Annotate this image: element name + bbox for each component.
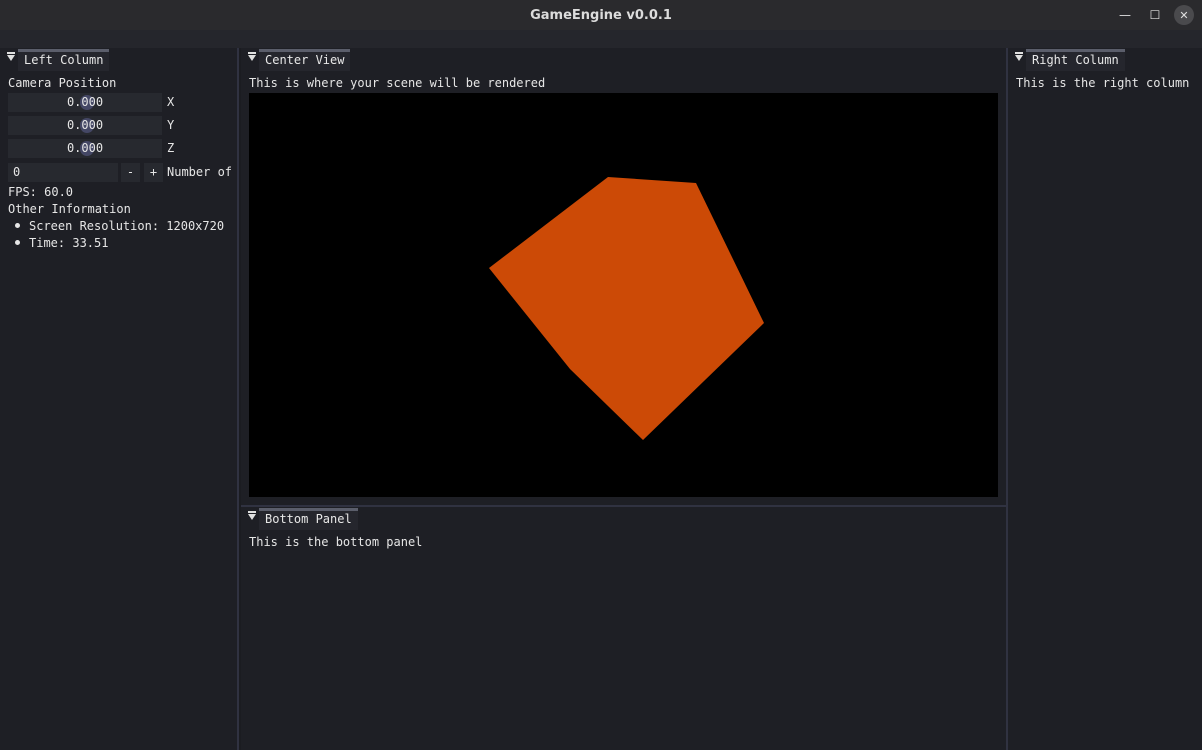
bottom-panel-text: This is the bottom panel [249, 535, 423, 549]
bottom-panel: Bottom Panel This is the bottom panel [241, 507, 1006, 750]
left-column-header: Left Column [0, 48, 237, 71]
camera-z-value: 0.000 [66, 141, 104, 155]
camera-z-drag[interactable]: 0.000 [8, 139, 162, 158]
right-column-panel: Right Column This is the right column [1006, 48, 1202, 750]
time-text: Time: 33.51 [29, 236, 109, 250]
center-view-header: Center View [241, 48, 1006, 71]
scene-viewport[interactable] [249, 93, 998, 497]
collapse-triangle-icon[interactable] [248, 52, 256, 61]
collapse-triangle-icon[interactable] [7, 52, 15, 61]
right-column-tab[interactable]: Right Column [1026, 49, 1125, 71]
bullet-icon [15, 223, 20, 228]
left-column-panel: Left Column Camera Position 0.000 X 0.00… [0, 48, 239, 750]
bullet-icon [15, 240, 20, 245]
close-button[interactable]: ✕ [1174, 5, 1194, 25]
scene-render [489, 177, 764, 440]
window-titlebar[interactable]: GameEngine v0.0.1 — ☐ ✕ [0, 0, 1202, 30]
center-view-tab[interactable]: Center View [259, 49, 351, 71]
number-input[interactable]: 0 [8, 163, 118, 182]
rendered-polygon [489, 177, 764, 440]
camera-position-label: Camera Position [8, 76, 117, 90]
right-column-header: Right Column [1008, 48, 1202, 71]
right-column-text: This is the right column [1016, 76, 1190, 90]
screen-resolution-text: Screen Resolution: 1200x720 [29, 219, 225, 233]
camera-x-label: X [167, 95, 175, 109]
bottom-panel-header: Bottom Panel [241, 507, 1006, 530]
other-information-label: Other Information [8, 202, 131, 216]
collapse-triangle-icon[interactable] [1015, 52, 1023, 61]
minimize-button[interactable]: — [1114, 4, 1136, 26]
center-view-panel: Center View This is where your scene wil… [241, 48, 1006, 507]
increment-button[interactable]: + [144, 163, 163, 182]
left-column-tab[interactable]: Left Column [18, 49, 110, 71]
number-of-label: Number of [167, 165, 233, 179]
camera-x-value: 0.000 [66, 95, 104, 109]
camera-y-label: Y [167, 118, 175, 132]
camera-z-label: Z [167, 141, 175, 155]
camera-y-drag[interactable]: 0.000 [8, 116, 162, 135]
minimize-icon: — [1119, 8, 1131, 22]
maximize-icon: ☐ [1149, 8, 1161, 22]
maximize-button[interactable]: ☐ [1144, 4, 1166, 26]
window-controls: — ☐ ✕ [1114, 4, 1194, 26]
window-title: GameEngine v0.0.1 [530, 7, 672, 23]
decrement-button[interactable]: - [121, 163, 140, 182]
dockspace-strip [0, 30, 1202, 48]
bottom-panel-tab[interactable]: Bottom Panel [259, 508, 358, 530]
close-icon: ✕ [1179, 8, 1189, 22]
camera-y-value: 0.000 [66, 118, 104, 132]
camera-x-drag[interactable]: 0.000 [8, 93, 162, 112]
collapse-triangle-icon[interactable] [248, 511, 256, 520]
scene-description: This is where your scene will be rendere… [249, 76, 546, 90]
fps-text: FPS: 60.0 [8, 185, 74, 199]
